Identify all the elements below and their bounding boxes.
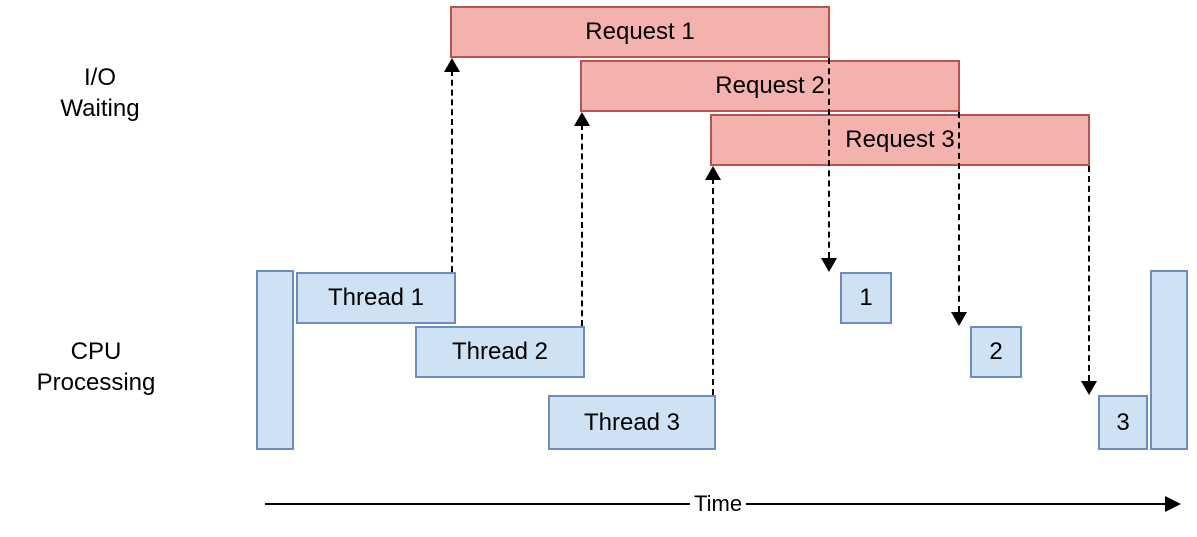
thread-2-box: Thread 2 [415, 326, 585, 378]
thread-2-label: Thread 2 [452, 338, 548, 366]
io-label-line2: Waiting [60, 95, 139, 122]
cpu-label-line2: Processing [37, 369, 156, 396]
cpu-processing-label: CPU Processing [6, 336, 186, 398]
request-3-box: Request 3 [710, 114, 1090, 166]
arrow-up-2-line [581, 124, 583, 326]
arrow-down-1-line [828, 58, 830, 258]
request-3-label: Request 3 [845, 126, 954, 154]
request-1-label: Request 1 [585, 18, 694, 46]
arrow-down-1-head [821, 258, 837, 272]
thread-1-complete-box: 1 [840, 272, 892, 324]
time-axis-arrow [1165, 496, 1181, 512]
arrow-up-1-head [444, 58, 460, 72]
thread-3-box: Thread 3 [548, 395, 716, 450]
arrow-down-2-line [958, 112, 960, 312]
arrow-up-3-line [712, 178, 714, 395]
thread-1-box: Thread 1 [296, 272, 456, 324]
cpu-label-line1: CPU [71, 338, 122, 365]
request-2-box: Request 2 [580, 60, 960, 112]
io-waiting-label: I/O Waiting [50, 62, 150, 124]
arrow-down-3-head [1081, 381, 1097, 395]
arrow-up-1-line [451, 70, 453, 272]
request-2-label: Request 2 [715, 72, 824, 100]
cpu-column-left [256, 270, 294, 450]
thread-2-complete-box: 2 [970, 326, 1022, 378]
thread-3-short-label: 3 [1116, 409, 1129, 437]
io-label-line1: I/O [84, 64, 116, 91]
time-axis-label: Time [690, 491, 746, 517]
arrow-down-3-line [1088, 166, 1090, 381]
thread-1-short-label: 1 [859, 284, 872, 312]
thread-1-label: Thread 1 [328, 284, 424, 312]
arrow-up-2-head [574, 112, 590, 126]
cpu-column-right [1150, 270, 1188, 450]
arrow-down-2-head [951, 312, 967, 326]
thread-2-short-label: 2 [989, 338, 1002, 366]
thread-3-complete-box: 3 [1098, 395, 1148, 450]
thread-3-label: Thread 3 [584, 409, 680, 437]
request-1-box: Request 1 [450, 6, 830, 58]
arrow-up-3-head [705, 166, 721, 180]
